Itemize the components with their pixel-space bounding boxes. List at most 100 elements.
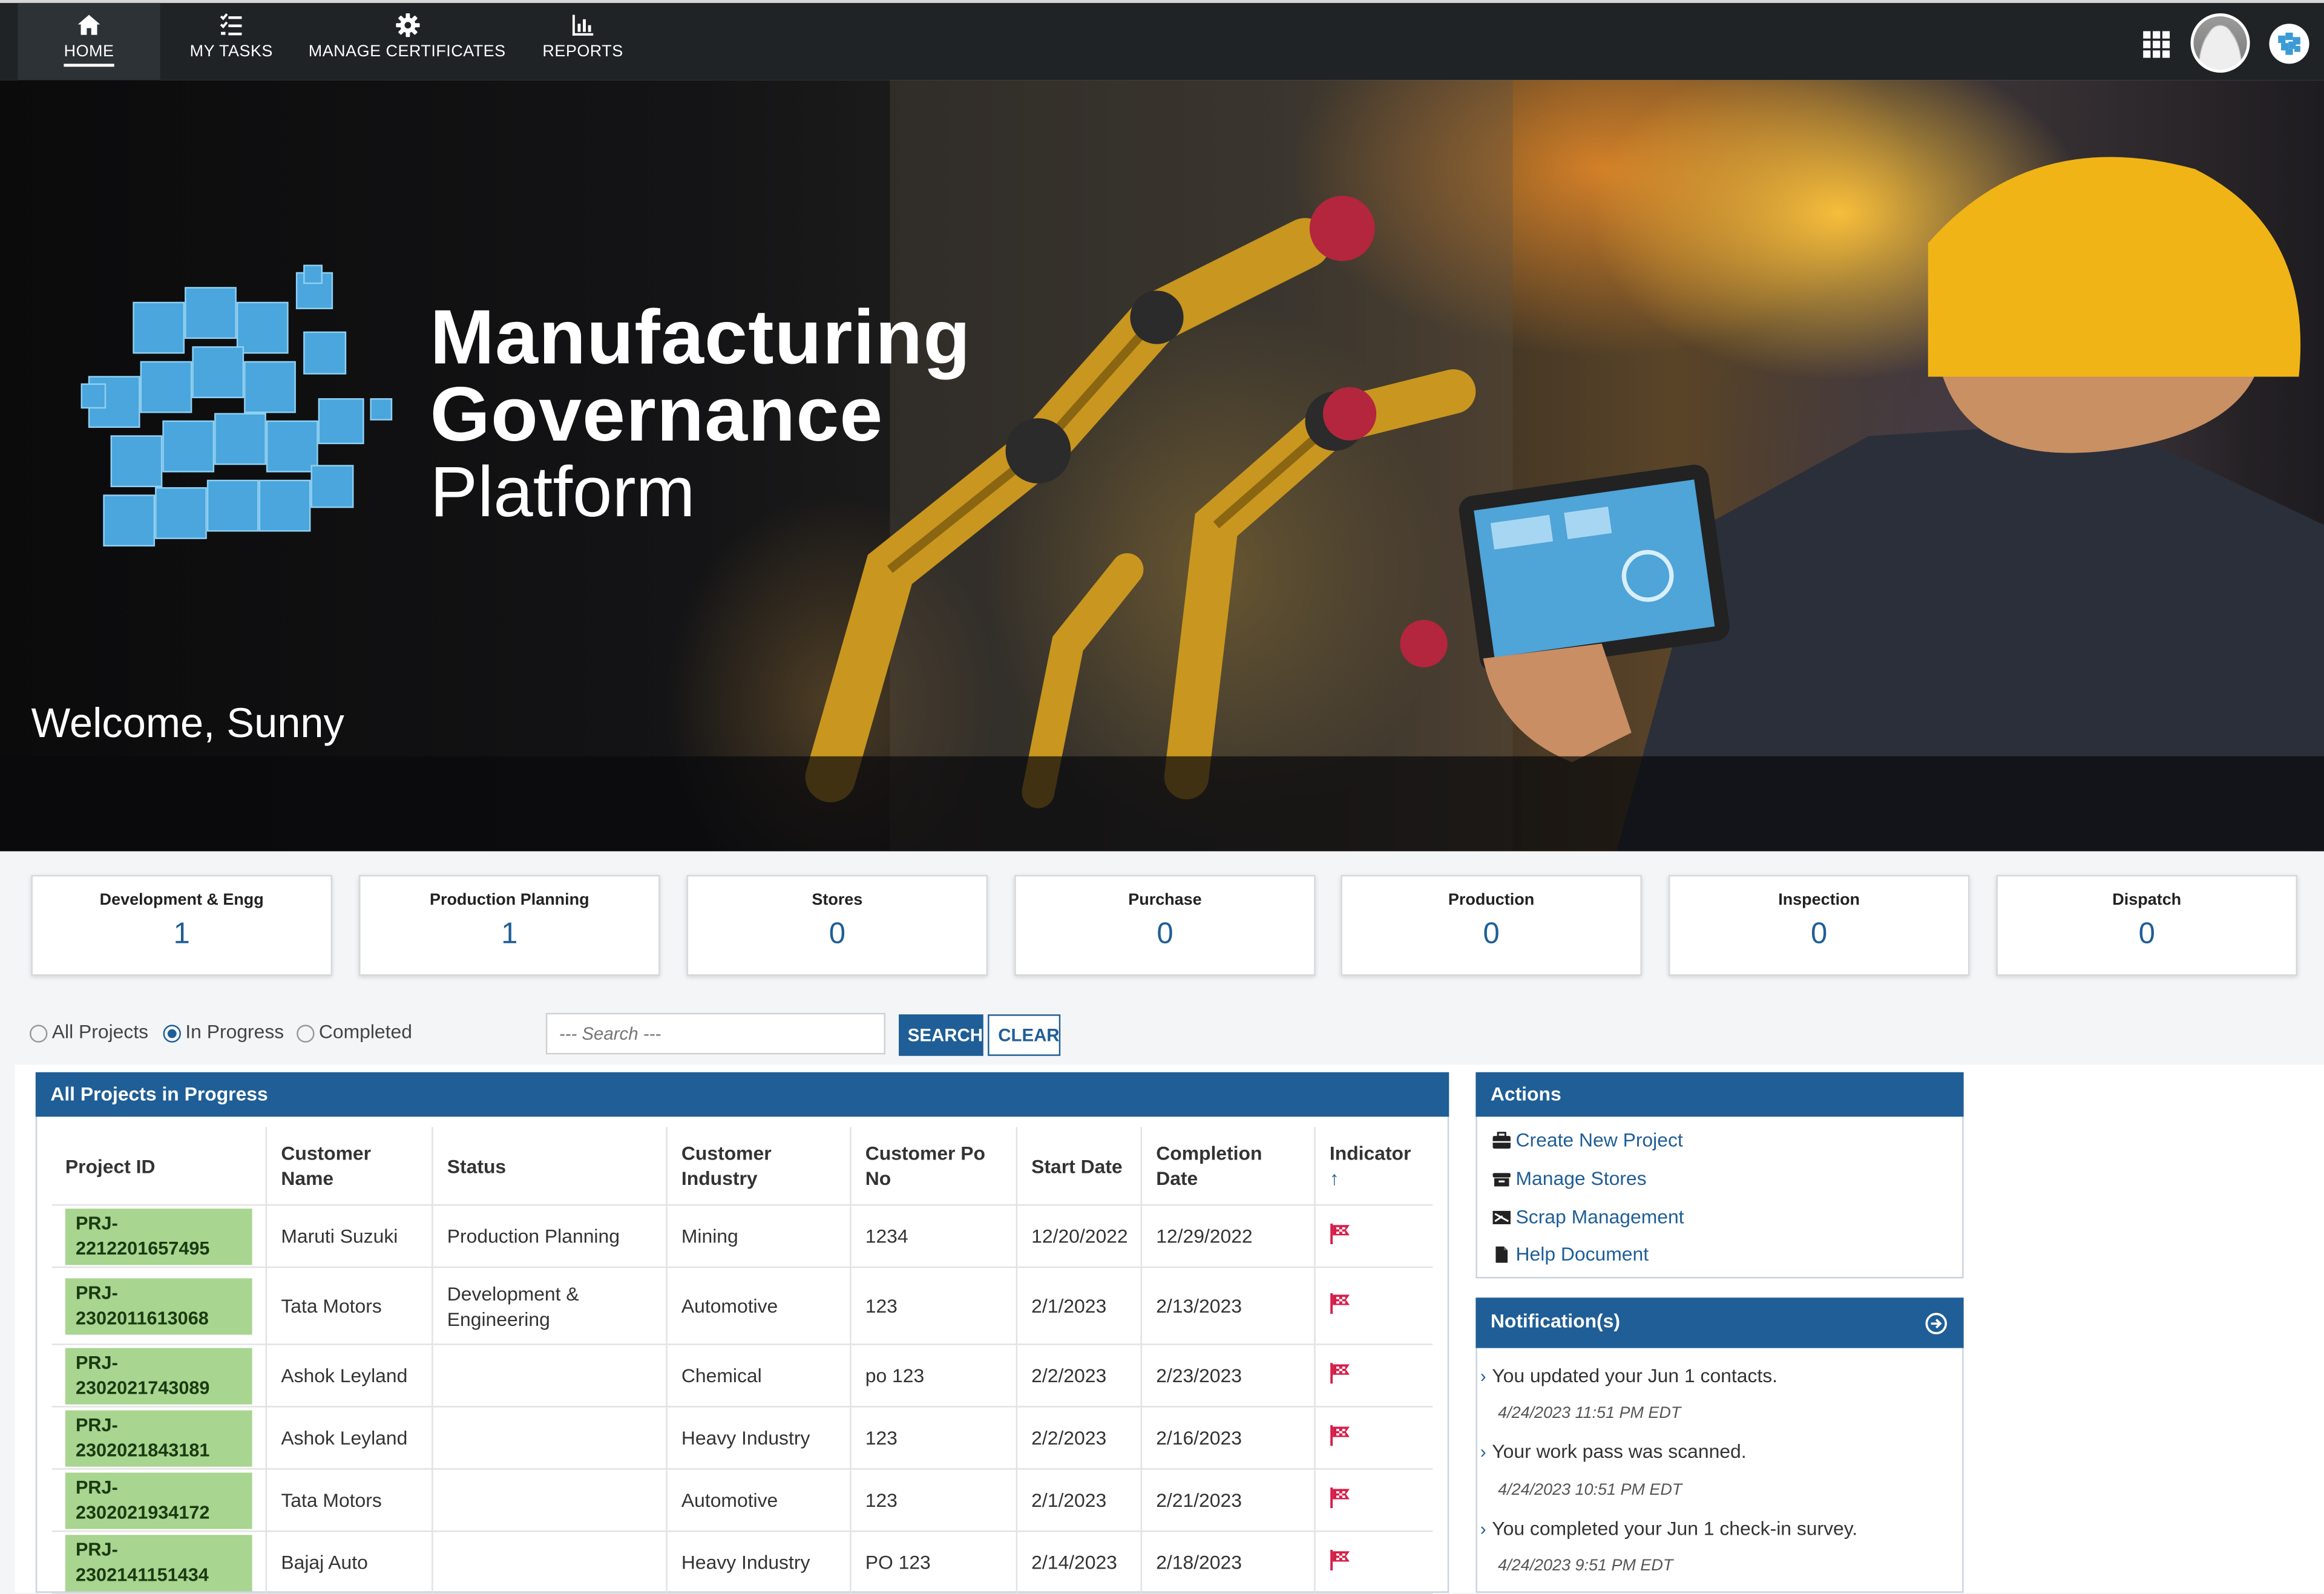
nav-manage-certificates[interactable]: MANAGE CERTIFICATES (306, 3, 509, 80)
stat-card-production-planning[interactable]: Production Planning 1 (359, 874, 660, 976)
cell-po: 123 (851, 1267, 1019, 1345)
flag-indicator-icon[interactable] (1330, 1362, 1352, 1383)
action-manage-stores[interactable]: Manage Stores (1492, 1167, 1647, 1189)
notification-timestamp: 4/24/2023 11:51 PM EDT (1498, 1404, 1681, 1423)
stat-card-development-engg[interactable]: Development & Engg 1 (31, 874, 332, 976)
stat-card-title: Stores (812, 891, 863, 910)
filter-completed-label: Completed (318, 1020, 412, 1043)
col-start-date[interactable]: Start Date (1017, 1127, 1143, 1206)
flag-indicator-icon[interactable] (1330, 1486, 1352, 1508)
col-customer-name[interactable]: Customer Name (267, 1127, 434, 1206)
cell-completion-date: 2/18/2023 (1141, 1531, 1316, 1594)
flag-indicator-icon[interactable] (1330, 1549, 1352, 1570)
stat-card-stores[interactable]: Stores 0 (686, 874, 988, 976)
cell-status (433, 1469, 668, 1532)
action-help-document[interactable]: Help Document (1492, 1243, 1649, 1265)
store-icon (1492, 1173, 1511, 1187)
notification-item[interactable]: › You updated your Jun 1 contacts. (1480, 1365, 1777, 1387)
nav-my-tasks-label: MY TASKS (189, 43, 273, 61)
stat-card-inspection[interactable]: Inspection 0 (1668, 874, 1970, 976)
project-id-badge[interactable]: PRJ-2302021843181 (65, 1409, 253, 1466)
stat-card-value: 0 (2138, 917, 2155, 951)
notification-item[interactable]: › You completed your Jun 1 check-in surve… (1480, 1517, 1857, 1540)
brand-title-line1: Manufacturing (430, 295, 971, 381)
project-id-badge[interactable]: PRJ-2302021743089 (65, 1347, 253, 1404)
cell-customer: Tata Motors (267, 1267, 434, 1345)
col-customer-industry[interactable]: Customer Industry (667, 1127, 852, 1206)
notification-timestamp: 4/24/2023 9:51 PM EDT (1498, 1557, 1673, 1575)
cell-customer: Maruti Suzuki (267, 1205, 434, 1268)
cell-completion-date: 2/16/2023 (1141, 1406, 1316, 1470)
table-row[interactable]: PRJ-2302021843181 Ashok Leyland Heavy In… (51, 1406, 1433, 1470)
cell-start-date: 2/1/2023 (1017, 1469, 1143, 1532)
user-avatar[interactable] (2190, 13, 2250, 73)
table-row[interactable]: PRJ-2302011613068 Tata Motors Developmen… (51, 1267, 1433, 1345)
filter-all-projects[interactable]: All Projects (30, 1019, 148, 1046)
flag-indicator-icon[interactable] (1330, 1292, 1352, 1314)
notification-item[interactable]: › Your work pass was scanned. (1480, 1440, 1747, 1463)
stat-card-value: 0 (1157, 917, 1173, 951)
table-row[interactable]: PRJ-2212201657495 Maruti Suzuki Producti… (51, 1205, 1433, 1268)
notification-text: Your work pass was scanned. (1492, 1440, 1747, 1463)
project-id-badge[interactable]: PRJ-2302011613068 (65, 1277, 253, 1334)
radio-completed[interactable] (297, 1024, 315, 1042)
search-button[interactable]: SEARCH (899, 1014, 983, 1056)
project-id-badge[interactable]: PRJ-2302021934172 (65, 1472, 253, 1529)
arrow-circle-right-icon[interactable] (1925, 1313, 1948, 1335)
nav-reports-label: REPORTS (542, 43, 623, 61)
cell-po: po 123 (851, 1344, 1019, 1408)
filter-all-projects-label: All Projects (51, 1020, 149, 1043)
project-id-badge[interactable]: PRJ-2212201657495 (65, 1208, 253, 1265)
stat-card-title: Dispatch (2112, 891, 2182, 910)
action-scrap-management[interactable]: Scrap Management (1492, 1205, 1684, 1228)
cell-status (433, 1531, 668, 1594)
cell-start-date: 2/2/2023 (1017, 1406, 1143, 1470)
col-indicator-label: Indicator (1329, 1141, 1411, 1164)
project-id-badge[interactable]: PRJ-2302141151434 (65, 1534, 253, 1591)
stat-card-title: Inspection (1778, 891, 1860, 910)
cell-status: Production Planning (433, 1205, 668, 1268)
radio-all-projects[interactable] (30, 1024, 48, 1042)
search-input[interactable] (545, 1012, 886, 1055)
filter-completed[interactable]: Completed (297, 1019, 412, 1046)
col-customer-po-no[interactable]: Customer Po No (851, 1127, 1019, 1206)
app-grid-icon[interactable] (2143, 31, 2170, 58)
welcome-message: Welcome, Sunny (31, 700, 344, 746)
table-row[interactable]: PRJ-2302021743089 Ashok Leyland Chemical… (51, 1344, 1433, 1408)
nav-reports[interactable]: REPORTS (536, 3, 631, 80)
nav-home[interactable]: HOME (18, 2, 160, 80)
cell-start-date: 12/20/2022 (1017, 1205, 1143, 1268)
table-header-row: Project ID Customer Name Status Customer… (51, 1127, 1433, 1206)
sort-arrow-icon[interactable]: ↑ (1330, 1167, 1339, 1190)
cell-status: Development & Engineering (433, 1267, 668, 1345)
stat-card-purchase[interactable]: Purchase 0 (1014, 874, 1316, 976)
stat-card-value: 1 (173, 917, 190, 951)
radio-in-progress[interactable] (163, 1024, 181, 1042)
brand-title-line2: Governance (430, 372, 884, 459)
col-project-id[interactable]: Project ID (51, 1127, 268, 1206)
cell-industry: Heavy Industry (667, 1531, 852, 1594)
cell-start-date: 2/2/2023 (1017, 1344, 1143, 1408)
table-row[interactable]: PRJ-2302021934172 Tata Motors Automotive… (51, 1469, 1433, 1532)
stat-card-production[interactable]: Production 0 (1341, 874, 1642, 976)
col-completion-date[interactable]: Completion Date (1141, 1127, 1316, 1206)
clear-button[interactable]: CLEAR (988, 1014, 1061, 1056)
notification-timestamp: 4/24/2023 10:51 PM EDT (1498, 1481, 1682, 1500)
stat-card-value: 0 (829, 917, 845, 951)
nav-my-tasks[interactable]: MY TASKS (175, 3, 287, 80)
cell-status (433, 1344, 668, 1408)
flag-indicator-icon[interactable] (1330, 1222, 1352, 1244)
flag-indicator-icon[interactable] (1330, 1424, 1352, 1446)
filter-in-progress[interactable]: In Progress (163, 1019, 284, 1046)
cell-start-date: 2/14/2023 (1017, 1531, 1143, 1594)
stat-card-dispatch[interactable]: Dispatch 0 (1996, 874, 2297, 976)
action-create-new-project[interactable]: Create New Project (1492, 1129, 1683, 1151)
brand-logo-small-icon[interactable] (2269, 24, 2309, 64)
notification-text: You completed your Jun 1 check-in survey… (1492, 1517, 1858, 1540)
action-help-document-label: Help Document (1515, 1242, 1649, 1265)
col-status[interactable]: Status (433, 1127, 668, 1206)
col-indicator[interactable]: Indicator ↑ (1315, 1127, 1433, 1206)
notification-text: You updated your Jun 1 contacts. (1492, 1364, 1778, 1387)
table-row[interactable]: PRJ-2302141151434 Bajaj Auto Heavy Indus… (51, 1531, 1433, 1594)
hero-banner: Manufacturing Governance Platform (0, 80, 2324, 851)
